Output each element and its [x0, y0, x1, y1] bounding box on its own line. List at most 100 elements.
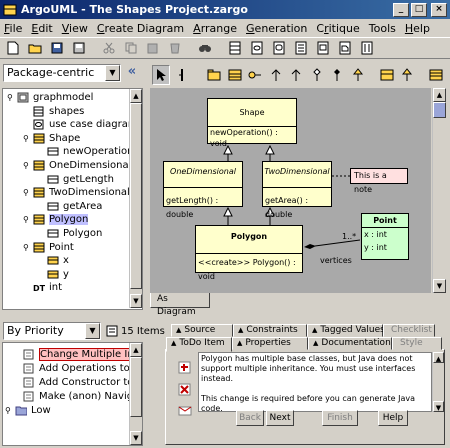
menu-arrange[interactable]: Arrange	[193, 22, 237, 35]
explorer-vscrollbar[interactable]: ▲ ▼	[129, 89, 142, 308]
attribute-tool-icon[interactable]	[399, 65, 417, 85]
deployment-diagram-icon[interactable]	[336, 40, 354, 56]
package-tool-icon[interactable]	[205, 65, 223, 85]
chevron-down-icon[interactable]: ▼	[85, 323, 100, 339]
tab-properties[interactable]: ▲ Properties	[232, 337, 308, 350]
class-diagram-icon[interactable]	[226, 40, 244, 56]
tree-handle-icon[interactable]: ⚲	[7, 93, 15, 102]
close-button[interactable]: ×	[431, 2, 447, 17]
tree-node-label: x	[63, 255, 69, 267]
tab-checklist[interactable]: Checklist	[383, 324, 435, 337]
interface-tool-icon[interactable]	[246, 65, 264, 85]
tab-label: Checklist	[391, 325, 432, 335]
class-point[interactable]: Point x : int y : int	[361, 213, 409, 260]
tree-handle-icon[interactable]: ⚲	[23, 134, 31, 143]
tab-todo-item[interactable]: ▲ ToDo Item	[166, 337, 232, 352]
finish-button[interactable]: Finish	[322, 410, 358, 426]
cut-icon[interactable]	[100, 40, 118, 56]
class-polygon[interactable]: Polygon <<create>> Polygon() : void	[195, 225, 303, 281]
perspective-select[interactable]: Package-centric ▼	[3, 64, 121, 82]
save-as-icon[interactable]	[70, 40, 88, 56]
tree-handle-icon[interactable]: ⚲	[5, 406, 15, 415]
composition-tool-icon[interactable]	[329, 65, 347, 85]
operation-tool-icon[interactable]	[427, 65, 445, 85]
todo-vscrollbar[interactable]: ▲ ▼	[129, 343, 142, 445]
resolve-todo-icon[interactable]	[178, 382, 192, 396]
class-twodimensional[interactable]: TwoDimensional getArea() : double	[262, 161, 332, 219]
new-file-icon[interactable]	[4, 40, 22, 56]
realization-tool-icon[interactable]	[378, 65, 396, 85]
delete-icon[interactable]	[166, 40, 184, 56]
scroll-up-icon[interactable]: ▲	[130, 343, 142, 357]
next-button[interactable]: Next	[266, 410, 294, 426]
scroll-thumb[interactable]	[433, 102, 446, 118]
open-file-icon[interactable]	[26, 40, 44, 56]
description-vscrollbar[interactable]: ▲ ▼	[432, 352, 444, 412]
collaboration-diagram-icon[interactable]	[314, 40, 332, 56]
chevron-down-icon[interactable]: ▼	[105, 65, 120, 81]
help-button[interactable]: Help	[378, 410, 408, 426]
maximize-button[interactable]: □	[411, 2, 427, 17]
generalization-tool-icon[interactable]	[349, 65, 367, 85]
copy-icon[interactable]	[122, 40, 140, 56]
select-tool-icon[interactable]	[152, 65, 170, 85]
activity-diagram-icon[interactable]	[292, 40, 310, 56]
menu-edit[interactable]: Edit	[31, 22, 52, 35]
splitter-handle[interactable]	[145, 180, 149, 220]
todo-group-low[interactable]: ⚲ Low	[5, 403, 51, 418]
class-shape[interactable]: Shape newOperation() : void	[207, 98, 297, 148]
new-todo-icon[interactable]	[178, 360, 192, 374]
tree-handle-icon[interactable]: ⚲	[23, 188, 31, 197]
menu-generation[interactable]: Generation	[246, 22, 307, 35]
menu-create-diagram[interactable]: Create Diagram	[97, 22, 184, 35]
scroll-up-icon[interactable]: ▲	[433, 352, 444, 363]
scroll-thumb[interactable]	[130, 357, 142, 417]
menu-critique[interactable]: Critique	[316, 22, 359, 35]
minimize-button[interactable]: _	[393, 2, 409, 17]
menu-file[interactable]: File	[4, 22, 22, 35]
menu-tools[interactable]: Tools	[369, 22, 396, 35]
class-onedimensional[interactable]: OneDimensional getLength() : double	[163, 161, 243, 219]
usecase-diagram-icon[interactable]	[248, 40, 266, 56]
aggregation-tool-icon[interactable]	[308, 65, 326, 85]
scroll-down-icon[interactable]: ▼	[130, 431, 142, 445]
association-tool-icon[interactable]	[287, 65, 305, 85]
back-button[interactable]: Back	[236, 410, 264, 426]
scroll-up-icon[interactable]: ▲	[130, 89, 142, 103]
state-diagram-icon[interactable]	[270, 40, 288, 56]
tree-handle-icon[interactable]: ⚲	[23, 243, 31, 252]
tab-documentation[interactable]: ▲ Documentation	[308, 337, 392, 350]
scroll-down-icon[interactable]: ▼	[433, 401, 444, 412]
todo-item[interactable]: Add Operations to Point	[23, 361, 142, 376]
email-icon[interactable]	[178, 406, 192, 416]
todo-item[interactable]: Change Multiple Inherit...	[23, 347, 142, 362]
menu-help[interactable]: Help	[405, 22, 430, 35]
scroll-up-icon[interactable]: ▲	[433, 88, 446, 102]
save-icon[interactable]	[48, 40, 66, 56]
paste-icon[interactable]	[144, 40, 162, 56]
tab-as-diagram[interactable]: As Diagram	[150, 293, 210, 317]
dependency-tool-icon[interactable]	[267, 65, 285, 85]
class-tool-icon[interactable]	[226, 65, 244, 85]
tree-handle-icon[interactable]: ⚲	[23, 161, 31, 170]
find-icon[interactable]	[196, 40, 214, 56]
tab-source[interactable]: ▲ Source	[171, 324, 233, 337]
todo-item[interactable]: Make (anon) Navigable	[23, 389, 142, 404]
tab-style[interactable]: Style	[392, 337, 442, 350]
sequence-diagram-icon[interactable]	[358, 40, 376, 56]
menu-view[interactable]: View	[62, 22, 88, 35]
tab-tagged-values[interactable]: ▲ Tagged Values	[307, 324, 385, 337]
tree-node[interactable]: DT int	[23, 280, 62, 295]
collapse-explorer-button[interactable]: «	[124, 64, 140, 82]
note[interactable]: This is a note	[350, 168, 408, 194]
scroll-down-icon[interactable]: ▼	[130, 294, 142, 308]
diagram-canvas[interactable]: Shape newOperation() : void OneDimension…	[150, 88, 431, 293]
broom-tool-icon[interactable]	[173, 65, 191, 85]
todo-item[interactable]: Add Constructor to Point	[23, 375, 142, 390]
todo-grouping-select[interactable]: By Priority ▼	[3, 322, 101, 340]
tab-constraints[interactable]: ▲ Constraints	[233, 324, 307, 337]
canvas-vscrollbar[interactable]: ▲ ▼	[432, 88, 446, 293]
scroll-down-icon[interactable]: ▼	[433, 279, 446, 293]
scroll-thumb[interactable]	[130, 103, 142, 289]
tree-handle-icon[interactable]: ⚲	[23, 215, 31, 224]
